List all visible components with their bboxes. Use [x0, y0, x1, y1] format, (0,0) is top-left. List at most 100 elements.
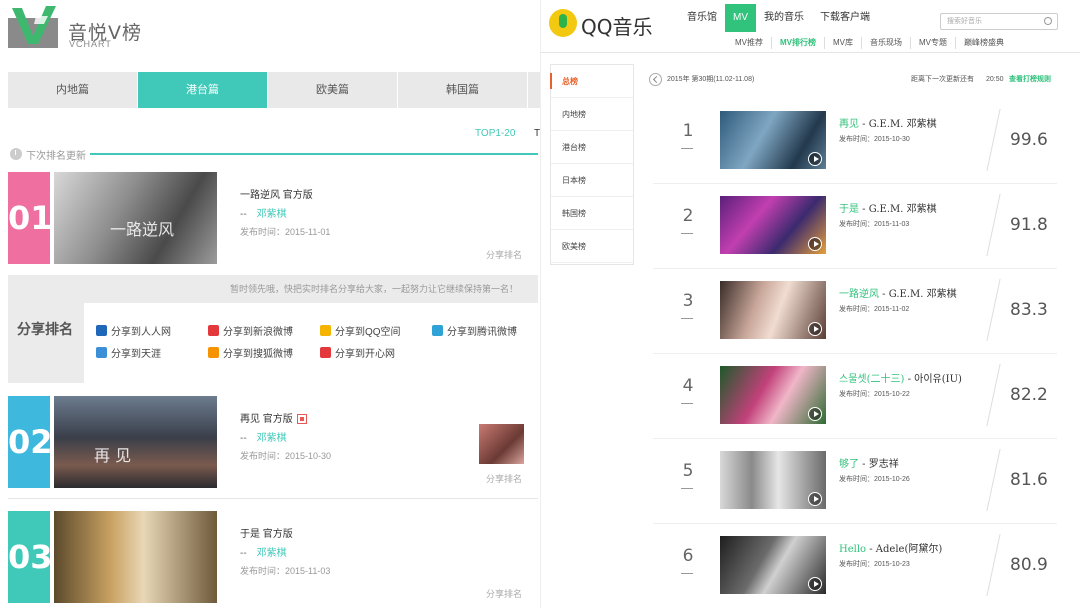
share-rank-link-2[interactable]: 分享排名	[486, 472, 522, 485]
mv-thumbnail-2[interactable]: 再 见	[54, 396, 217, 488]
play-icon[interactable]	[808, 322, 822, 336]
mv-artist-name-2[interactable]: 邓紫棋	[257, 433, 287, 444]
song-artist-3[interactable]: - G.E.M. 邓紫棋	[879, 289, 956, 300]
mv-title-2[interactable]: 再见 官方版	[240, 410, 307, 425]
vchart-logo-icon[interactable]	[8, 4, 64, 50]
song-name-4[interactable]: 스물셋(二十三)	[839, 374, 904, 385]
song-name-2[interactable]: 于是	[839, 204, 859, 215]
share-qzone-button[interactable]: 分享到QQ空间	[320, 323, 401, 338]
song-artist-4[interactable]: - 아이유(IU)	[904, 374, 962, 385]
song-name-1[interactable]: 再见	[839, 119, 859, 130]
subnav-live[interactable]: 音乐现场	[862, 37, 911, 49]
song-name-3[interactable]: 一路逆风	[839, 289, 879, 300]
song-artist-2[interactable]: - G.E.M. 邓紫棋	[859, 204, 936, 215]
subnav-mv-library[interactable]: MV库	[825, 37, 862, 49]
mv-artist-name-3[interactable]: 邓紫棋	[257, 548, 287, 559]
score-divider	[986, 534, 1001, 596]
play-icon[interactable]	[808, 237, 822, 251]
mv-artist-2[interactable]: -- 邓紫棋	[240, 429, 287, 444]
subnav-mv-topics[interactable]: MV专题	[911, 37, 956, 49]
share-sina-label: 分享到新浪微博	[223, 327, 293, 338]
qq-mv-thumbnail-2[interactable]	[720, 196, 826, 254]
mv-artist-3[interactable]: -- 邓紫棋	[240, 544, 287, 559]
period-bar: 2015年 第30期(11.02-11.08) 距离下一次更新还有 20:50 …	[649, 72, 1059, 88]
row-divider	[8, 498, 538, 499]
qq-date-4: 发布时间：2015-10-22	[839, 391, 910, 398]
play-icon[interactable]	[808, 492, 822, 506]
tab-western[interactable]: 欧美篇	[268, 72, 398, 108]
qq-song-3[interactable]: 一路逆风 - G.E.M. 邓紫棋	[839, 285, 957, 300]
thumb-caption-2: 再 见	[94, 446, 132, 465]
qq-rank-4: 4	[682, 376, 694, 396]
song-artist-1[interactable]: - G.E.M. 邓紫棋	[859, 119, 936, 130]
sidebar-item-japan[interactable]: 日本榜	[551, 164, 633, 197]
qq-chart-row-6: 6 Hello - Adele(阿黛尔) 发布时间：2015-10-23 80.…	[653, 524, 1057, 608]
tab-hk-tw[interactable]: 港台篇	[138, 72, 268, 108]
share-panel-label: 分享排名	[17, 321, 73, 337]
tab-mainland[interactable]: 内地篇	[8, 72, 138, 108]
nav-download-client[interactable]: 下载客户端	[812, 4, 878, 32]
nav-mv[interactable]: MV	[725, 4, 756, 32]
range-top1-20-link[interactable]: TOP1-20	[475, 128, 515, 139]
qq-song-4[interactable]: 스물셋(二十三) - 아이유(IU)	[839, 370, 962, 385]
sidebar-item-hk-tw[interactable]: 港台榜	[551, 131, 633, 164]
mv-title-1[interactable]: 一路逆风 官方版	[240, 186, 313, 201]
mv-artist-name-1[interactable]: 邓紫棋	[257, 209, 287, 220]
qq-song-5[interactable]: 够了 - 罗志祥	[839, 455, 899, 470]
qq-song-2[interactable]: 于是 - G.E.M. 邓紫棋	[839, 200, 937, 215]
share-renren-button[interactable]: 分享到人人网	[96, 323, 171, 338]
region-tabs: 内地篇 港台篇 欧美篇 韩国篇	[8, 72, 540, 108]
subnav-mv-chart[interactable]: MV排行榜	[772, 37, 825, 49]
sidebar-item-overall[interactable]: 总榜	[550, 65, 633, 98]
share-tencent-weibo-button[interactable]: 分享到腾讯微博	[432, 323, 517, 338]
search-icon[interactable]	[1044, 17, 1052, 25]
share-rank-link-3[interactable]: 分享排名	[486, 587, 522, 600]
song-artist-5[interactable]: - 罗志祥	[859, 459, 899, 470]
mv-artist-1[interactable]: -- 邓紫棋	[240, 205, 287, 220]
qq-mv-thumbnail-4[interactable]	[720, 366, 826, 424]
qq-rank-1: 1	[682, 121, 694, 141]
share-sina-weibo-button[interactable]: 分享到新浪微博	[208, 323, 293, 338]
sidebar-item-western[interactable]: 欧美榜	[551, 230, 633, 263]
artist-dash-2: --	[240, 433, 247, 444]
share-sohu-weibo-button[interactable]: 分享到搜狐微博	[208, 345, 293, 360]
uploader-avatar[interactable]	[479, 424, 524, 464]
subnav-mv-recommend[interactable]: MV推荐	[727, 37, 772, 49]
qq-mv-thumbnail-1[interactable]	[720, 111, 826, 169]
share-kaixin-button[interactable]: 分享到开心网	[320, 345, 395, 360]
sidebar-item-korea[interactable]: 韩国榜	[551, 197, 633, 230]
play-icon[interactable]	[808, 152, 822, 166]
mv-title-3[interactable]: 于是 官方版	[240, 525, 293, 540]
nav-music-hall[interactable]: 音乐馆	[679, 4, 725, 32]
song-artist-6[interactable]: - Adele(阿黛尔)	[866, 544, 942, 555]
qq-chart-row-1: 1 再见 - G.E.M. 邓紫棋 发布时间：2015-10-30 99.6	[653, 99, 1057, 184]
song-name-6[interactable]: Hello	[839, 544, 866, 555]
share-tianya-button[interactable]: 分享到天涯	[96, 345, 161, 360]
tab-korea[interactable]: 韩国篇	[398, 72, 528, 108]
qq-song-1[interactable]: 再见 - G.E.M. 邓紫棋	[839, 115, 937, 130]
sidebar-item-mainland[interactable]: 内地榜	[551, 98, 633, 131]
qq-score-6: 80.9	[1010, 555, 1048, 575]
mv-date-1: 发布时间：2015-11-01	[240, 227, 331, 237]
nav-my-music[interactable]: 我的音乐	[756, 4, 812, 32]
play-icon[interactable]	[808, 407, 822, 421]
qq-mv-thumbnail-5[interactable]	[720, 451, 826, 509]
qq-mv-thumbnail-3[interactable]	[720, 281, 826, 339]
qq-mv-thumbnail-6[interactable]	[720, 536, 826, 594]
search-input[interactable]: 搜索好音乐	[940, 13, 1058, 30]
qq-song-6[interactable]: Hello - Adele(阿黛尔)	[839, 540, 942, 555]
prev-period-icon[interactable]	[649, 73, 662, 86]
score-divider	[986, 279, 1001, 341]
yinyue-vchart-page: 音悦V榜 VCHART 内地篇 港台篇 欧美篇 韩国篇 TOP1-20 T 下次…	[0, 0, 540, 608]
chart-rules-link[interactable]: 查看打榜规则	[1009, 72, 1051, 88]
mv-thumbnail-1[interactable]: 一路逆风	[54, 172, 217, 264]
qq-music-brand[interactable]: QQ音乐	[581, 11, 652, 40]
share-rank-link-1[interactable]: 分享排名	[486, 248, 522, 261]
play-icon[interactable]	[808, 577, 822, 591]
song-name-5[interactable]: 够了	[839, 459, 859, 470]
qq-rank-5: 5	[682, 461, 694, 481]
share-tianya-label: 分享到天涯	[111, 349, 161, 360]
mv-thumbnail-3[interactable]	[54, 511, 217, 603]
qq-music-logo-icon[interactable]	[549, 9, 577, 37]
subnav-chart-ceremony[interactable]: 巅峰榜盛典	[956, 37, 1012, 49]
